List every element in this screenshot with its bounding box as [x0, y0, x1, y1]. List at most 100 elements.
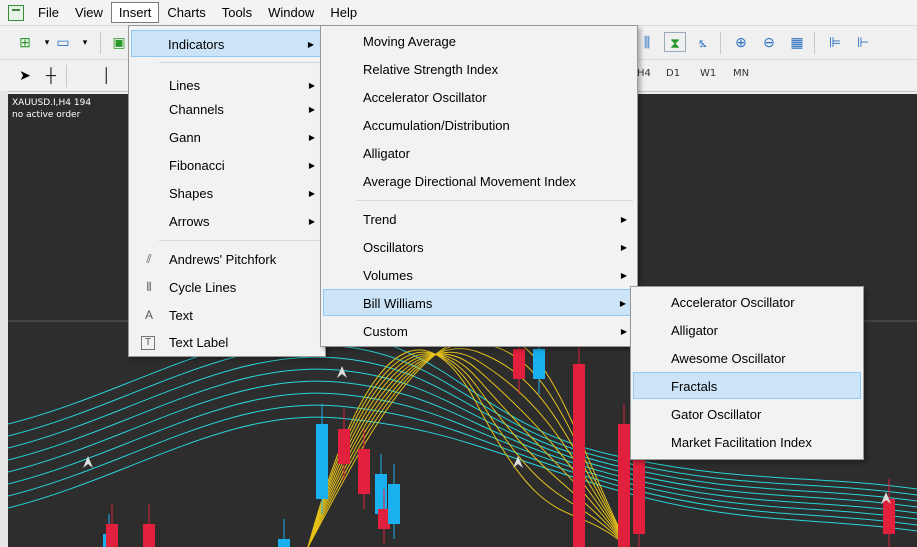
menu-item-rsi[interactable]: Relative Strength Index	[323, 56, 635, 83]
menu-item-fibonacci[interactable]: Fibonacci ▶	[131, 152, 323, 179]
menu-item-label: Text Label	[169, 335, 229, 350]
menubar: File View Insert Charts Tools Window Hel…	[0, 0, 917, 26]
zoom-out-icon[interactable]: ⊖	[758, 32, 780, 52]
cursor-icon[interactable]: ➤	[14, 65, 36, 85]
menu-item-label: Alligator	[671, 323, 718, 338]
menu-tools[interactable]: Tools	[214, 2, 260, 23]
submenu-arrow-icon: ▶	[620, 215, 627, 224]
timeframe-h4[interactable]: H4	[637, 68, 651, 79]
dropdown-arrow-icon[interactable]: ▾	[74, 32, 96, 52]
tile-windows-icon[interactable]: ▦	[786, 32, 808, 52]
menu-window[interactable]: Window	[260, 2, 322, 23]
fractal-arrow-icon	[83, 456, 93, 468]
menu-insert[interactable]: Insert	[110, 2, 160, 23]
text-label-icon: T	[141, 336, 155, 350]
timeframe-mn[interactable]: MN	[733, 68, 749, 79]
menu-item-custom[interactable]: Custom ▶	[323, 318, 635, 345]
menu-separator	[159, 62, 321, 63]
menu-item-adx[interactable]: Average Directional Movement Index	[323, 168, 635, 195]
text-icon: A	[144, 308, 153, 322]
submenu-arrow-icon: ▶	[620, 327, 627, 336]
vertical-line-icon[interactable]: │	[96, 65, 118, 85]
timeframe-d1[interactable]: D1	[666, 68, 680, 79]
pitchfork-icon: ⫽	[146, 252, 152, 266]
menu-item-label: Volumes	[363, 268, 413, 283]
menu-item-bw-alligator[interactable]: Alligator	[633, 317, 861, 344]
menu-item-label: Gann	[169, 130, 201, 145]
menu-item-label: Cycle Lines	[169, 280, 237, 295]
autoscroll-icon[interactable]: ⊩	[852, 32, 874, 52]
profiles-icon[interactable]: ▭	[52, 32, 74, 52]
menu-item-fractals[interactable]: Fractals	[633, 372, 861, 399]
menu-item-cycle-lines[interactable]: ⦀ Cycle Lines	[131, 274, 323, 301]
menu-item-label: Gator Oscillator	[671, 407, 762, 422]
menu-item-label: Channels	[169, 102, 224, 117]
menu-file[interactable]: File	[30, 2, 67, 23]
menu-item-text[interactable]: A Text	[131, 302, 323, 329]
crosshair-icon[interactable]: ┼	[40, 65, 62, 85]
submenu-arrow-icon: ▶	[619, 299, 626, 308]
toolbar-separator	[66, 65, 67, 87]
menu-item-arrows[interactable]: Arrows ▶	[131, 208, 323, 235]
menu-item-label: Trend	[363, 212, 397, 227]
new-chart-icon[interactable]: ⊞	[14, 32, 36, 52]
chart-shift-icon[interactable]: ⊫	[824, 32, 846, 52]
cycle-lines-icon: ⦀	[146, 280, 152, 294]
market-watch-icon[interactable]: ▣	[108, 32, 130, 52]
menu-item-channels[interactable]: Channels ▶	[131, 96, 323, 123]
submenu-arrow-icon: ▶	[308, 189, 315, 198]
menu-item-oscillators[interactable]: Oscillators ▶	[323, 234, 635, 261]
chart-order-status: no active order	[12, 110, 81, 120]
menu-item-trend[interactable]: Trend ▶	[323, 206, 635, 233]
menu-item-label: Average Directional Movement Index	[363, 174, 576, 189]
toolbar-separator	[814, 32, 815, 54]
indicators-submenu: Moving Average Relative Strength Index A…	[320, 25, 638, 347]
menu-item-alligator[interactable]: Alligator	[323, 140, 635, 167]
line-chart-icon[interactable]: ⦩	[692, 32, 714, 52]
menu-item-label: Market Facilitation Index	[671, 435, 812, 450]
menu-item-accelerator-oscillator[interactable]: Accelerator Oscillator	[323, 84, 635, 111]
menu-item-label: Custom	[363, 324, 408, 339]
menu-item-gator-oscillator[interactable]: Gator Oscillator	[633, 401, 861, 428]
menu-charts[interactable]: Charts	[159, 2, 213, 23]
candlestick-icon[interactable]: ⧗	[664, 32, 686, 52]
menu-item-text-label[interactable]: T Text Label	[131, 329, 323, 356]
menu-item-label: Fibonacci	[169, 158, 225, 173]
menu-view[interactable]: View	[67, 2, 111, 23]
insert-menu: Indicators ▶ Lines ▶ Channels ▶ Gann ▶ F…	[128, 25, 326, 357]
menu-item-label: Moving Average	[363, 34, 456, 49]
menu-item-label: Shapes	[169, 186, 214, 201]
menu-item-gann[interactable]: Gann ▶	[131, 124, 323, 151]
submenu-arrow-icon: ▶	[308, 217, 315, 226]
menu-item-bw-awesome-oscillator[interactable]: Awesome Oscillator	[633, 345, 861, 372]
menu-item-volumes[interactable]: Volumes ▶	[323, 262, 635, 289]
menu-item-shapes[interactable]: Shapes ▶	[131, 180, 323, 207]
submenu-arrow-icon: ▶	[620, 243, 627, 252]
menu-item-label: Accelerator Oscillator	[671, 295, 795, 310]
menu-item-label: Oscillators	[363, 240, 424, 255]
app-icon[interactable]	[8, 4, 24, 21]
menu-item-market-facilitation-index[interactable]: Market Facilitation Index	[633, 429, 861, 456]
menu-item-bw-accelerator-oscillator[interactable]: Accelerator Oscillator	[633, 289, 861, 316]
bar-chart-icon[interactable]: ⫼	[636, 32, 658, 52]
timeframe-w1[interactable]: W1	[700, 68, 716, 79]
menu-item-label: Arrows	[169, 214, 210, 229]
menu-item-andrews-pitchfork[interactable]: ⫽ Andrews' Pitchfork	[131, 246, 323, 273]
zoom-in-icon[interactable]: ⊕	[730, 32, 752, 52]
menu-item-label: Bill Williams	[363, 296, 433, 311]
menu-item-bill-williams[interactable]: Bill Williams ▶	[323, 289, 635, 316]
toolbar-separator	[720, 32, 721, 54]
menu-item-label: Awesome Oscillator	[671, 351, 786, 366]
menu-item-indicators[interactable]: Indicators ▶	[131, 30, 323, 57]
submenu-arrow-icon: ▶	[307, 40, 314, 49]
menu-item-accumulation-distribution[interactable]: Accumulation/Distribution	[323, 112, 635, 139]
menu-help[interactable]: Help	[322, 2, 365, 23]
menu-item-label: Accumulation/Distribution	[363, 118, 510, 133]
menu-item-lines[interactable]: Lines ▶	[131, 72, 323, 99]
menu-item-label: Accelerator Oscillator	[363, 90, 487, 105]
submenu-arrow-icon: ▶	[620, 271, 627, 280]
submenu-arrow-icon: ▶	[308, 105, 315, 114]
menu-item-label: Andrews' Pitchfork	[169, 252, 277, 267]
menu-item-moving-average[interactable]: Moving Average	[323, 28, 635, 55]
fractal-arrow-icon	[337, 366, 347, 378]
